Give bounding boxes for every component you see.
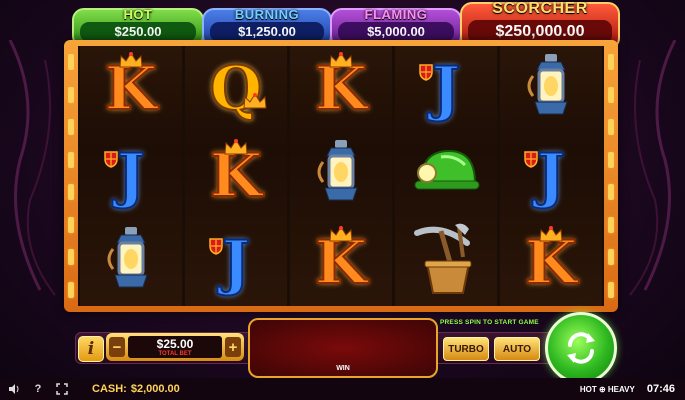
crown-icon: [328, 225, 354, 248]
crown-icon: [242, 92, 268, 115]
jackpot-hot-value: $250.00: [80, 22, 196, 42]
status-bar: ? CASH: $2,000.00 HOT ⊕ HEAVY 07:46: [0, 378, 685, 400]
jackpot-flaming-value: $5,000.00: [338, 22, 454, 42]
symbol-j: J: [406, 49, 486, 129]
win-label: WIN: [336, 365, 350, 372]
jackpot-burning-name: BURNING: [234, 7, 300, 22]
reel-grid: KJQKJKKJJK: [78, 46, 604, 306]
jackpot-scorcher-name: SCORCHER: [492, 0, 588, 17]
symbol-lantern: [91, 223, 171, 303]
cash-label: CASH:: [92, 383, 127, 395]
crown-icon: [223, 138, 249, 161]
crown-icon: [328, 51, 354, 74]
total-bet-amount: $25.00: [156, 337, 194, 351]
bet-selector: − $25.00 TOTAL BET +: [106, 333, 244, 361]
jackpot-hot-name: HOT: [123, 7, 153, 22]
reel-1: KJ: [80, 46, 182, 306]
reel-3: KK: [290, 46, 392, 306]
crown-icon: [538, 225, 564, 248]
jackpot-flaming-name: FLAMING: [364, 7, 428, 22]
sound-icon[interactable]: [4, 379, 24, 399]
symbol-letter: J: [431, 54, 461, 125]
symbol-j: J: [511, 136, 591, 216]
help-icon[interactable]: ?: [28, 379, 48, 399]
reel-5: JK: [500, 46, 602, 306]
symbol-k: K: [301, 49, 381, 129]
shield-icon: [208, 237, 224, 260]
auto-button[interactable]: AUTO: [494, 337, 540, 361]
right-bulb-strip: [606, 46, 616, 306]
symbol-pickaxe-bucket: [406, 223, 486, 303]
spin-hint: PRESS SPIN TO START GAME: [440, 319, 539, 326]
jackpot-burning-value: $1,250.00: [210, 22, 324, 42]
symbol-letter: J: [221, 227, 251, 298]
symbol-j: J: [91, 136, 171, 216]
shield-icon: [418, 63, 434, 86]
spin-arrows-icon: [567, 332, 595, 364]
total-bet-label: TOTAL BET: [158, 351, 192, 357]
left-bulb-strip: [66, 46, 76, 306]
increase-bet-button[interactable]: +: [225, 337, 241, 357]
reel-2: QKJ: [185, 46, 287, 306]
reel-frame: KJQKJKKJJK: [64, 40, 618, 312]
symbol-k: K: [511, 223, 591, 303]
symbol-letter: J: [536, 140, 566, 211]
symbol-k: K: [91, 49, 171, 129]
win-display: WIN: [248, 318, 438, 378]
symbol-lantern: [511, 49, 591, 129]
lantern-icon: [99, 225, 163, 300]
lantern-icon: [309, 138, 373, 213]
symbol-lantern: [301, 136, 381, 216]
symbol-k: K: [301, 223, 381, 303]
lantern-icon: [519, 52, 583, 127]
symbol-q: Q: [196, 49, 276, 129]
bet-display: $25.00 TOTAL BET: [128, 336, 222, 358]
shield-icon: [523, 150, 539, 173]
turbo-button[interactable]: TURBO: [443, 337, 489, 361]
symbol-letter: J: [116, 140, 146, 211]
cash-value: $2,000.00: [130, 383, 180, 395]
clock: 07:46: [646, 383, 675, 395]
symbol-k: K: [196, 136, 276, 216]
reel-4: J: [395, 46, 497, 306]
fullscreen-icon[interactable]: [52, 379, 72, 399]
symbol-miner-helmet: [406, 136, 486, 216]
right-chain-decoration: [629, 40, 677, 296]
crown-icon: [118, 51, 144, 74]
game-logo: HOT ⊕ HEAVY: [579, 384, 635, 394]
shield-icon: [103, 150, 119, 173]
pickaxe-bucket-icon: [411, 223, 481, 302]
info-button[interactable]: i: [78, 336, 104, 362]
symbol-j: J: [196, 223, 276, 303]
left-chain-decoration: [8, 40, 56, 296]
decrease-bet-button[interactable]: −: [109, 337, 125, 357]
miner-helmet-icon: [411, 143, 481, 208]
spin-button[interactable]: [545, 312, 617, 384]
